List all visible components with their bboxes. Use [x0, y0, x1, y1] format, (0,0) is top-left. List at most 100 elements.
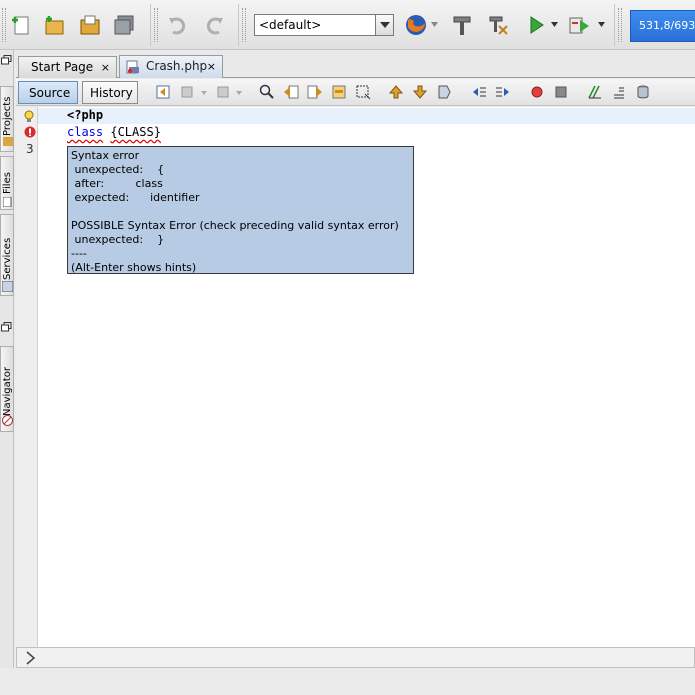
clean-build-button[interactable]: [486, 12, 510, 38]
code-error-token: {CLASS}: [110, 125, 161, 139]
chevron-down-icon[interactable]: [201, 91, 209, 97]
navigator-tab[interactable]: Navigator: [0, 346, 14, 432]
services-icon: [2, 281, 13, 292]
tooltip-line: [71, 205, 410, 219]
close-icon[interactable]: ×: [101, 61, 110, 74]
close-icon[interactable]: ×: [207, 60, 216, 73]
find-next-icon[interactable]: [307, 84, 323, 100]
files-tab[interactable]: Files: [0, 156, 14, 210]
status-bar: [0, 668, 695, 695]
last-edit-icon[interactable]: [155, 84, 171, 100]
chevron-down-icon[interactable]: [236, 91, 244, 97]
toggle-highlight-icon[interactable]: [331, 84, 347, 100]
stop-macro-icon[interactable]: [553, 84, 569, 100]
projects-tab-label: Projects: [2, 96, 13, 136]
save-all-button[interactable]: [112, 12, 136, 38]
undo-button[interactable]: [166, 12, 190, 38]
save-all-icon: [114, 15, 134, 35]
tooltip-line: POSSIBLE Syntax Error (check preceding v…: [71, 219, 399, 232]
editor-bottom-bar: [16, 647, 695, 668]
tab-crash-php-label: Crash.php: [146, 59, 208, 73]
services-tab[interactable]: Services: [0, 214, 14, 296]
next-bookmark-icon[interactable]: [412, 84, 428, 100]
tab-crash-php[interactable]: Crash.php ×: [119, 55, 223, 78]
shift-left-icon[interactable]: [471, 84, 487, 100]
editor-toolbar: Source History: [16, 79, 695, 106]
syntax-error-tooltip: Syntax error unexpected: { after: class …: [67, 146, 414, 274]
history-button-label: History: [90, 86, 133, 100]
tab-start-page-label: Start Page: [31, 60, 94, 74]
build-button[interactable]: [450, 12, 474, 38]
undo-icon: [169, 17, 186, 35]
rectangular-selection-icon[interactable]: [355, 84, 371, 100]
open-project-button[interactable]: [78, 12, 102, 38]
clean-build-icon: [489, 16, 508, 35]
php-file-icon: [126, 60, 139, 74]
left-sidebar: Projects Files Services Navigator: [0, 50, 14, 695]
files-icon: [3, 197, 12, 207]
previous-bookmark-icon[interactable]: [388, 84, 404, 100]
back-icon[interactable]: [179, 84, 195, 100]
open-project-icon: [80, 15, 100, 35]
navigator-tab-label: Navigator: [2, 367, 13, 416]
code-editor[interactable]: 3 <?php class {CLASS} Syntax error unexp…: [16, 107, 695, 647]
debug-icon: [569, 17, 589, 34]
comment-icon[interactable]: [587, 84, 603, 100]
history-button[interactable]: History: [82, 81, 138, 104]
run-button[interactable]: [524, 12, 548, 38]
toolbar-grip[interactable]: [2, 8, 6, 42]
code-keyword: class: [67, 125, 104, 139]
hint-bulb-icon[interactable]: [24, 110, 34, 123]
new-project-button[interactable]: [42, 12, 66, 38]
hammer-icon: [453, 16, 471, 35]
database-icon[interactable]: [635, 84, 651, 100]
uncomment-icon[interactable]: [611, 84, 627, 100]
current-line-highlight: [38, 108, 695, 124]
toolbar-grip[interactable]: [242, 8, 246, 42]
chevron-down-icon[interactable]: [431, 22, 439, 28]
chevron-down-icon[interactable]: [375, 15, 393, 35]
code-line-1: <?php: [67, 108, 104, 122]
toggle-bookmark-icon[interactable]: [436, 84, 452, 100]
chevron-down-icon[interactable]: [598, 22, 606, 28]
chevron-right-icon[interactable]: [25, 651, 37, 665]
find-previous-icon[interactable]: [283, 84, 299, 100]
config-select[interactable]: <default>: [254, 14, 394, 36]
navigator-compass-icon: [2, 415, 13, 426]
window-restore-icon[interactable]: [1, 322, 12, 332]
tooltip-line: (Alt-Enter shows hints): [71, 261, 197, 274]
new-project-icon: [45, 16, 64, 35]
tooltip-line: Syntax error: [71, 149, 140, 162]
memory-text: 531,8/693: [639, 19, 695, 32]
new-file-icon: [12, 16, 29, 35]
run-in-browser-button[interactable]: [404, 12, 428, 38]
tooltip-line: unexpected: {: [71, 163, 165, 176]
projects-tab[interactable]: Projects: [0, 86, 14, 152]
shift-right-icon[interactable]: [495, 84, 511, 100]
services-tab-label: Services: [2, 237, 13, 280]
error-icon[interactable]: [24, 126, 36, 138]
memory-indicator[interactable]: 531,8/693: [630, 10, 695, 42]
redo-button[interactable]: [202, 12, 226, 38]
source-button[interactable]: Source: [18, 81, 78, 104]
files-tab-label: Files: [2, 172, 13, 194]
chevron-down-icon[interactable]: [551, 22, 559, 28]
toolbar-grip[interactable]: [618, 8, 622, 42]
firefox-icon: [406, 15, 426, 35]
record-macro-icon[interactable]: [529, 84, 545, 100]
tooltip-line: after: class: [71, 177, 163, 190]
debug-button[interactable]: [568, 12, 592, 38]
source-button-label: Source: [29, 86, 71, 100]
editor-tabs: Start Page × Crash.php ×: [16, 50, 695, 78]
redo-icon: [206, 17, 223, 35]
forward-icon[interactable]: [215, 84, 231, 100]
new-file-button[interactable]: [8, 12, 32, 38]
tooltip-line: unexpected: }: [71, 233, 165, 246]
projects-icon: [3, 137, 13, 146]
toolbar-grip[interactable]: [154, 8, 158, 42]
tooltip-line: ----: [71, 247, 87, 260]
search-icon[interactable]: [259, 84, 275, 100]
window-restore-icon[interactable]: [1, 55, 12, 65]
main-toolbar: <default> 531,8/693: [0, 0, 695, 50]
tab-start-page[interactable]: Start Page ×: [18, 56, 117, 78]
